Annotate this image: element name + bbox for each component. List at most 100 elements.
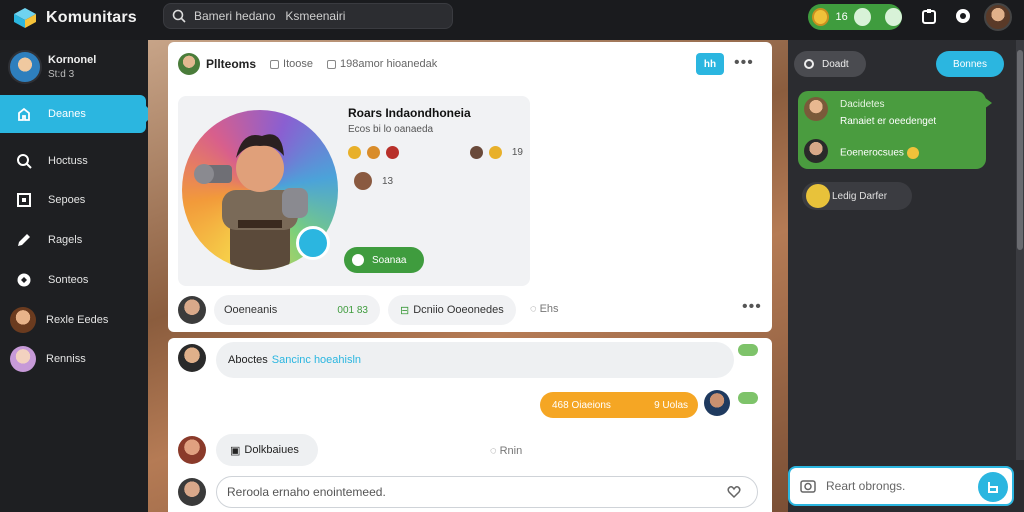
avatar[interactable] xyxy=(178,344,206,372)
chat-icon xyxy=(804,59,814,69)
verified-icon xyxy=(296,226,330,260)
avatar[interactable] xyxy=(178,436,206,464)
post-author[interactable]: Pllteoms xyxy=(206,57,256,71)
chat-filter-label: Doadt xyxy=(822,58,849,70)
avatar[interactable] xyxy=(178,53,200,75)
send-button[interactable] xyxy=(978,472,1008,502)
post-meta-text: 198amor hioanedak xyxy=(339,58,438,70)
reply-pill-text: 468 Oiaeions xyxy=(552,399,611,411)
status-badge xyxy=(738,392,758,404)
chat-message[interactable]: Ledig Darfer xyxy=(802,182,912,210)
post-footer: Ooeneanis 001 83 ⊟ Dcniio Ooeonedes ◌ Eh… xyxy=(178,294,768,326)
sidebar-item-friend-2[interactable]: Renniss xyxy=(0,340,148,378)
comment-label: Aboctes xyxy=(228,354,268,366)
sidebar-item-search[interactable]: Hoctuss xyxy=(0,142,148,180)
reaction-count: 19 xyxy=(511,147,523,158)
user-status: St:d 3 xyxy=(48,69,75,80)
more-options-icon[interactable]: ••• xyxy=(734,54,754,72)
comment-bubble[interactable]: ▣ Dolkbaiues xyxy=(216,434,318,466)
send-icon xyxy=(988,482,998,493)
more-options-icon[interactable]: ••• xyxy=(742,298,762,316)
top-bar: Komunitars 16 xyxy=(0,0,1024,40)
reaction-icon[interactable] xyxy=(469,146,483,159)
avatar[interactable] xyxy=(178,296,206,324)
avatar xyxy=(804,97,828,121)
chat-input[interactable] xyxy=(826,479,976,493)
pen-icon xyxy=(18,234,30,246)
reaction-icon[interactable] xyxy=(488,146,502,159)
sidebar-item-label: Renniss xyxy=(46,353,86,365)
footer-link[interactable]: ⊟ Dcniio Ooeonedes xyxy=(388,295,516,325)
globe-icon xyxy=(17,273,31,287)
sidebar-item-label: Sonteos xyxy=(48,274,89,286)
sidebar-item-home[interactable]: Deanes xyxy=(0,95,154,133)
scrollbar-thumb[interactable] xyxy=(1017,50,1023,250)
avatar xyxy=(804,139,828,163)
bell-icon[interactable] xyxy=(920,7,938,25)
status-badge xyxy=(738,344,758,356)
sidebar: Kornonel St:d 3 Deanes Hoctuss Sepoes Ra… xyxy=(0,40,154,512)
tag-icon xyxy=(326,59,336,69)
user-avatar[interactable] xyxy=(984,3,1012,31)
comment-count[interactable]: ◌ Ehs xyxy=(530,303,559,315)
reply-link[interactable]: ◌ Rnin xyxy=(490,445,522,457)
footer-pill[interactable]: Ooeneanis 001 83 xyxy=(214,295,380,325)
comment-input[interactable] xyxy=(227,485,727,499)
check-icon xyxy=(352,254,364,266)
chat-text: Ranaiet er oeedenget xyxy=(840,116,937,127)
coin-balance[interactable]: 16 xyxy=(808,4,902,30)
post-meta-1: Itoose xyxy=(270,58,313,70)
chat-text: Eoenerocsues xyxy=(840,147,919,159)
chat-panel: Doadt Bonnes Dacidetes Ranaiet er oeeden… xyxy=(788,40,1024,512)
sidebar-item-label: Sepoes xyxy=(48,194,86,206)
post-subtitle: Ecos bi lo oanaeda xyxy=(348,124,434,135)
reaction-icon[interactable] xyxy=(367,146,380,159)
calendar-icon xyxy=(270,59,280,69)
avatar xyxy=(10,346,36,372)
post-content: Roars Indaondhoneia Ecos bi lo oanaeda 1… xyxy=(178,96,530,286)
chat-message-group[interactable]: Dacidetes Ranaiet er oeedenget Eoenerocs… xyxy=(798,91,992,169)
avatar xyxy=(10,307,36,333)
sidebar-item-label: Ragels xyxy=(48,234,83,246)
sidebar-item-pages[interactable]: Sepoes xyxy=(0,181,148,219)
share-icon: ⊟ xyxy=(400,304,410,317)
check-icon xyxy=(854,8,872,26)
sidebar-item-friend-1[interactable]: Rexle Eedes xyxy=(0,301,148,339)
reaction-icon[interactable] xyxy=(386,146,399,159)
reply-pill[interactable]: 468 Oiaeions 9 Uolas xyxy=(540,392,698,418)
comment-composer[interactable] xyxy=(216,476,758,508)
reply-pill-value: 9 Uolas xyxy=(654,399,688,411)
search-bar[interactable] xyxy=(163,3,453,29)
image-icon: ▣ xyxy=(230,444,241,457)
search-input[interactable] xyxy=(194,9,444,23)
sidebar-item-edit[interactable]: Ragels xyxy=(0,221,148,259)
avatar xyxy=(806,184,830,208)
chat-action-button[interactable]: Bonnes xyxy=(936,51,1004,77)
comment-count-text: Ehs xyxy=(539,303,559,315)
gear-icon[interactable] xyxy=(954,7,972,25)
comment-highlight[interactable]: Sancinc hoeahisln xyxy=(272,354,361,366)
refresh-icon xyxy=(885,8,902,26)
search-icon xyxy=(17,154,32,169)
heart-icon[interactable] xyxy=(727,485,741,499)
scrollbar[interactable] xyxy=(1016,40,1024,460)
chat-filter-button[interactable]: Doadt xyxy=(794,51,866,77)
post-badge-button[interactable]: hh xyxy=(696,53,724,75)
camera-icon[interactable] xyxy=(800,478,816,494)
sidebar-item-label: Rexle Eedes xyxy=(46,314,109,326)
comment-bubble[interactable]: Aboctes Sancinc hoeahisln xyxy=(216,342,734,378)
avatar[interactable] xyxy=(704,390,730,416)
footer-label: Ooeneanis xyxy=(224,304,278,316)
avatar xyxy=(8,50,42,84)
user-profile[interactable]: Kornonel St:d 3 xyxy=(8,50,144,90)
chat-text-content: Eoenerocsues xyxy=(840,147,904,159)
post-meta-2: 198amor hioanedak xyxy=(326,58,438,70)
post-header: Pllteoms Itoose 198amor hioanedak xyxy=(178,52,437,76)
reaction-icon[interactable] xyxy=(348,146,361,159)
stat-count: 13 xyxy=(382,175,394,187)
sidebar-item-explore[interactable]: Sonteos xyxy=(0,261,148,299)
home-icon xyxy=(18,107,30,121)
action-button[interactable]: Soanaa xyxy=(344,247,424,273)
chat-composer[interactable] xyxy=(788,466,1014,506)
app-logo-icon[interactable] xyxy=(12,6,38,30)
